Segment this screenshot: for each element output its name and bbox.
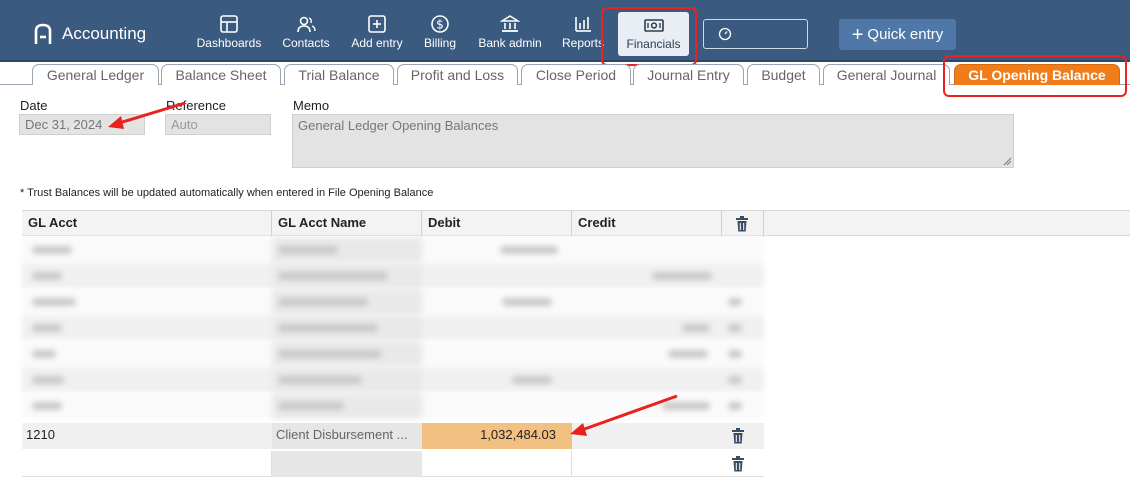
- col-debit[interactable]: Debit: [422, 211, 572, 237]
- tab-general-ledger[interactable]: General Ledger: [32, 64, 159, 85]
- memo-label: Memo: [293, 98, 330, 113]
- quick-entry-label: Quick entry: [867, 26, 944, 43]
- col-gl-acct[interactable]: GL Acct: [22, 211, 272, 237]
- col-gl-acct-name[interactable]: GL Acct Name: [272, 211, 422, 237]
- delete-row-icon[interactable]: [731, 456, 745, 472]
- dashboard-icon: [220, 15, 238, 33]
- nav-add-entry[interactable]: Add entry: [349, 14, 405, 54]
- add-entry-icon: [368, 15, 386, 33]
- redacted-row: [22, 289, 764, 315]
- nav-billing[interactable]: $ Billing: [422, 14, 458, 54]
- reports-icon: [575, 17, 591, 32]
- cell-gl-acct[interactable]: [22, 451, 272, 477]
- trash-header-icon[interactable]: [735, 216, 749, 232]
- redacted-row: [22, 367, 764, 393]
- cell-credit[interactable]: [572, 423, 722, 449]
- nav-dashboards-label: Dashboards: [196, 36, 262, 50]
- resize-handle-icon[interactable]: [1003, 157, 1012, 166]
- tab-journal-entry[interactable]: Journal Entry: [633, 64, 744, 85]
- nav-billing-label: Billing: [423, 36, 456, 50]
- annotation-box-gl-opening-balance: [943, 55, 1127, 97]
- redacted-row: [22, 237, 764, 263]
- col-delete: [722, 211, 764, 237]
- tab-budget[interactable]: Budget: [747, 64, 820, 85]
- table-row[interactable]: [22, 451, 764, 477]
- plus-icon: +: [851, 23, 864, 46]
- contacts-icon: [297, 16, 316, 33]
- col-credit[interactable]: Credit: [572, 211, 722, 237]
- nav-contacts[interactable]: Contacts: [280, 14, 332, 54]
- redacted-row: [22, 263, 764, 289]
- cell-gl-acct-name[interactable]: [272, 451, 422, 477]
- date-label: Date: [20, 98, 48, 113]
- quick-entry-button[interactable]: + Quick entry: [839, 19, 956, 50]
- trust-note: * Trust Balances will be updated automat…: [20, 187, 434, 199]
- date-field[interactable]: Dec 31, 2024: [19, 114, 145, 135]
- grid-header: GL Acct GL Acct Name Debit Credit: [22, 210, 1130, 237]
- app-title: Accounting: [62, 24, 147, 43]
- app-logo-icon: [34, 23, 52, 44]
- bank-icon: [500, 15, 520, 32]
- redacted-row: [22, 393, 764, 419]
- tab-close-period[interactable]: Close Period: [521, 64, 631, 85]
- nav-dashboards[interactable]: Dashboards: [196, 14, 262, 54]
- cell-debit[interactable]: 1,032,484.03: [422, 423, 572, 449]
- nav-add-entry-label: Add entry: [351, 36, 403, 50]
- nav-reports[interactable]: Reports: [561, 14, 605, 54]
- delete-row-icon[interactable]: [731, 428, 745, 444]
- nav-bank-admin[interactable]: Bank admin: [477, 14, 543, 54]
- nav-bank-admin-label: Bank admin: [478, 36, 542, 50]
- opening-balance-grid: GL Acct GL Acct Name Debit Credit 1210 C…: [22, 210, 1130, 478]
- tab-general-journal[interactable]: General Journal: [823, 64, 950, 85]
- cell-gl-acct-name[interactable]: Client Disbursement ...: [272, 423, 422, 449]
- reference-field[interactable]: Auto: [165, 114, 271, 135]
- cell-gl-acct[interactable]: 1210: [22, 423, 272, 449]
- nav-contacts-label: Contacts: [282, 36, 330, 50]
- tab-profit-and-loss[interactable]: Profit and Loss: [397, 64, 518, 85]
- redacted-row: [22, 341, 764, 367]
- timer-widget[interactable]: [703, 19, 808, 49]
- memo-field[interactable]: General Ledger Opening Balances: [292, 114, 1014, 168]
- dollar-icon: $: [431, 15, 449, 33]
- table-row[interactable]: 1210 Client Disbursement ... 1,032,484.0…: [22, 423, 764, 449]
- cell-credit[interactable]: [572, 451, 722, 477]
- brand[interactable]: Accounting: [34, 22, 146, 46]
- svg-text:$: $: [436, 18, 444, 32]
- cell-debit[interactable]: [422, 451, 572, 477]
- nav-reports-label: Reports: [561, 36, 605, 50]
- tab-balance-sheet[interactable]: Balance Sheet: [161, 64, 281, 85]
- tab-trial-balance[interactable]: Trial Balance: [284, 64, 394, 85]
- timer-icon: [718, 27, 732, 41]
- redacted-row: [22, 315, 764, 341]
- reference-label: Reference: [166, 98, 226, 113]
- top-nav-bar: Accounting Dashboards Contacts Add entry…: [0, 0, 1130, 66]
- annotation-box-financials: [601, 7, 697, 66]
